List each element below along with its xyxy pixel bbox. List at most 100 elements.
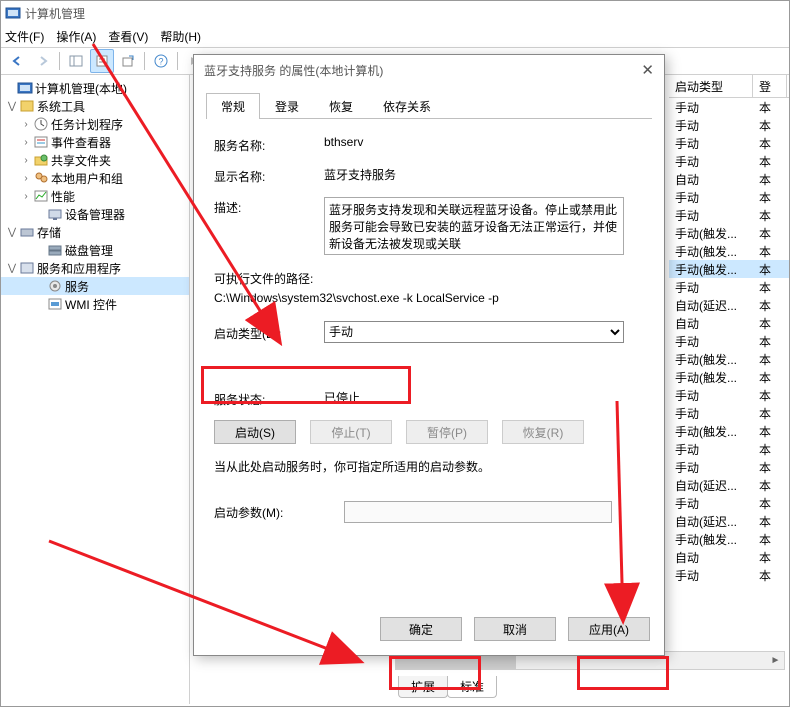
cell-logon: 本 xyxy=(753,225,787,242)
export-icon[interactable] xyxy=(116,49,140,73)
tree-performance[interactable]: ›性能 xyxy=(1,187,189,205)
table-row[interactable]: 手动本 xyxy=(669,458,789,476)
tree-services-apps[interactable]: ⋁服务和应用程序 xyxy=(1,259,189,277)
services-grid[interactable]: 启动类型 登 手动本手动本手动本手动本自动本手动本手动本手动(触发...本手动(… xyxy=(669,75,789,704)
table-row[interactable]: 手动(触发...本 xyxy=(669,368,789,386)
tree-disk-mgmt[interactable]: 磁盘管理 xyxy=(1,241,189,259)
tab-recovery[interactable]: 恢复 xyxy=(314,93,368,119)
table-row[interactable]: 手动(触发...本 xyxy=(669,260,789,278)
cell-logon: 本 xyxy=(753,171,787,188)
table-row[interactable]: 手动本 xyxy=(669,98,789,116)
cell-startup-type: 手动(触发... xyxy=(669,369,753,386)
menu-action[interactable]: 操作(A) xyxy=(56,28,96,45)
table-row[interactable]: 手动本 xyxy=(669,134,789,152)
table-row[interactable]: 自动本 xyxy=(669,314,789,332)
tree-system-tools[interactable]: ⋁ 系统工具 xyxy=(1,97,189,115)
table-row[interactable]: 自动(延迟...本 xyxy=(669,296,789,314)
forward-icon[interactable] xyxy=(31,49,55,73)
cell-logon: 本 xyxy=(753,387,787,404)
properties-dialog: 蓝牙支持服务 的属性(本地计算机) ✕ 常规 登录 恢复 依存关系 服务名称: … xyxy=(193,54,665,656)
chevron-right-icon[interactable]: › xyxy=(19,155,33,166)
tree-device-manager[interactable]: 设备管理器 xyxy=(1,205,189,223)
tree-storage[interactable]: ⋁存储 xyxy=(1,223,189,241)
table-row[interactable]: 自动本 xyxy=(669,548,789,566)
tree-root[interactable]: 计算机管理(本地) xyxy=(1,79,189,97)
chevron-right-icon[interactable]: › xyxy=(19,137,33,148)
cell-startup-type: 自动(延迟... xyxy=(669,297,753,314)
startup-type-select[interactable]: 手动 xyxy=(324,321,624,343)
description-textarea[interactable]: 蓝牙服务支持发现和关联远程蓝牙设备。停止或禁用此服务可能会导致已安装的蓝牙设备无… xyxy=(324,197,624,255)
svg-text:?: ? xyxy=(158,57,163,67)
back-icon[interactable] xyxy=(5,49,29,73)
ok-button[interactable]: 确定 xyxy=(380,617,462,641)
tree-shared-folders[interactable]: ›共享文件夹 xyxy=(1,151,189,169)
label-start-params: 启动参数(M): xyxy=(214,504,344,521)
table-row[interactable]: 手动本 xyxy=(669,206,789,224)
tab-extended[interactable]: 扩展 xyxy=(398,676,448,698)
value-exe-path: C:\Windows\system32\svchost.exe -k Local… xyxy=(214,291,644,305)
col-logon[interactable]: 登 xyxy=(753,75,787,97)
menu-file[interactable]: 文件(F) xyxy=(5,28,44,45)
table-row[interactable]: 手动(触发...本 xyxy=(669,224,789,242)
table-row[interactable]: 手动本 xyxy=(669,404,789,422)
table-row[interactable]: 自动本 xyxy=(669,170,789,188)
table-row[interactable]: 手动本 xyxy=(669,494,789,512)
cell-logon: 本 xyxy=(753,117,787,134)
table-row[interactable]: 手动(触发...本 xyxy=(669,242,789,260)
chevron-down-icon[interactable]: ⋁ xyxy=(5,227,19,238)
col-startup-type[interactable]: 启动类型 xyxy=(669,75,753,97)
cell-startup-type: 手动 xyxy=(669,495,753,512)
chevron-right-icon[interactable]: › xyxy=(19,173,33,184)
tab-standard[interactable]: 标准 xyxy=(447,676,497,698)
table-row[interactable]: 自动(延迟...本 xyxy=(669,512,789,530)
cell-startup-type: 手动(触发... xyxy=(669,351,753,368)
table-row[interactable]: 手动本 xyxy=(669,332,789,350)
table-row[interactable]: 手动(触发...本 xyxy=(669,350,789,368)
show-hide-icon[interactable] xyxy=(64,49,88,73)
cell-startup-type: 自动 xyxy=(669,315,753,332)
menu-help[interactable]: 帮助(H) xyxy=(160,28,201,45)
table-row[interactable]: 手动本 xyxy=(669,440,789,458)
chevron-down-icon[interactable]: ⋁ xyxy=(5,263,19,274)
table-row[interactable]: 手动本 xyxy=(669,152,789,170)
properties-icon[interactable] xyxy=(90,49,114,73)
tree-wmi[interactable]: WMI 控件 xyxy=(1,295,189,313)
cancel-button[interactable]: 取消 xyxy=(474,617,556,641)
cell-logon: 本 xyxy=(753,495,787,512)
help-icon[interactable]: ? xyxy=(149,49,173,73)
table-row[interactable]: 自动(延迟...本 xyxy=(669,476,789,494)
chevron-right-icon[interactable]: › xyxy=(19,119,33,130)
tree-event-viewer[interactable]: ›事件查看器 xyxy=(1,133,189,151)
menu-view[interactable]: 查看(V) xyxy=(108,28,148,45)
tree-pane[interactable]: 计算机管理(本地) ⋁ 系统工具 ›任务计划程序 ›事件查看器 ›共享文件夹 ›… xyxy=(1,75,190,704)
table-row[interactable]: 手动本 xyxy=(669,566,789,584)
resume-button: 恢复(R) xyxy=(502,420,584,444)
close-icon[interactable]: ✕ xyxy=(641,61,654,79)
table-row[interactable]: 手动本 xyxy=(669,278,789,296)
chevron-down-icon[interactable]: ⋁ xyxy=(5,101,19,112)
cell-logon: 本 xyxy=(753,477,787,494)
tab-logon[interactable]: 登录 xyxy=(260,93,314,119)
apply-button[interactable]: 应用(A) xyxy=(568,617,650,641)
tab-dependencies[interactable]: 依存关系 xyxy=(368,93,446,119)
cell-startup-type: 手动(触发... xyxy=(669,225,753,242)
cell-startup-type: 手动 xyxy=(669,459,753,476)
cell-startup-type: 自动 xyxy=(669,171,753,188)
table-row[interactable]: 手动(触发...本 xyxy=(669,530,789,548)
cell-startup-type: 手动(触发... xyxy=(669,423,753,440)
tree-task-scheduler[interactable]: ›任务计划程序 xyxy=(1,115,189,133)
tab-general[interactable]: 常规 xyxy=(206,93,260,119)
table-row[interactable]: 手动本 xyxy=(669,386,789,404)
tree-services[interactable]: 服务 xyxy=(1,277,189,295)
chevron-right-icon[interactable]: › xyxy=(19,191,33,202)
cell-logon: 本 xyxy=(753,351,787,368)
cell-logon: 本 xyxy=(753,459,787,476)
table-row[interactable]: 手动本 xyxy=(669,116,789,134)
scroll-right-icon[interactable]: ► xyxy=(767,652,784,669)
tree-local-users[interactable]: ›本地用户和组 xyxy=(1,169,189,187)
value-display-name: 蓝牙支持服务 xyxy=(324,166,644,183)
cell-startup-type: 手动 xyxy=(669,135,753,152)
table-row[interactable]: 手动本 xyxy=(669,188,789,206)
table-row[interactable]: 手动(触发...本 xyxy=(669,422,789,440)
start-button[interactable]: 启动(S) xyxy=(214,420,296,444)
